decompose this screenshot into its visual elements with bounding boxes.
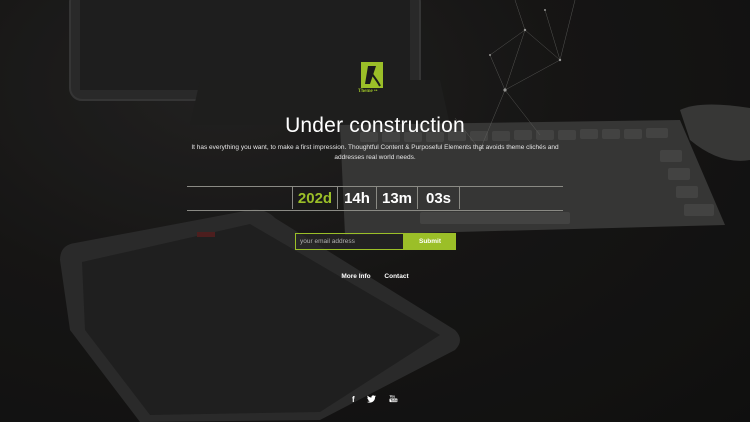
email-field[interactable] xyxy=(295,233,404,250)
youtube-icon[interactable]: You Tube xyxy=(389,394,398,405)
footer-links: More Info Contact xyxy=(0,273,750,280)
subscribe-form: Submit xyxy=(295,233,456,250)
page-title: Under construction xyxy=(285,114,465,137)
svg-text:You: You xyxy=(389,395,395,399)
countdown-bottom-divider xyxy=(187,210,563,211)
more-info-link[interactable]: More Info xyxy=(341,273,370,280)
logo-marks: •• xyxy=(373,89,378,94)
twitter-icon[interactable] xyxy=(367,394,377,405)
social-icons: f You Tube xyxy=(352,394,398,405)
theme-logo[interactable]: Theme •• xyxy=(358,62,394,98)
svg-text:Tube: Tube xyxy=(390,399,398,403)
countdown-timer: 202d 14h 13m 03s xyxy=(292,187,460,209)
contact-link[interactable]: Contact xyxy=(384,273,408,280)
countdown-days: 202d xyxy=(292,187,337,209)
submit-button[interactable]: Submit xyxy=(404,233,456,250)
countdown-seconds: 03s xyxy=(417,187,460,209)
countdown-minutes: 13m xyxy=(376,187,417,209)
logo-text: Theme xyxy=(358,89,373,94)
countdown-hours: 14h xyxy=(337,187,376,209)
page-description: It has everything you want, to make a fi… xyxy=(191,144,559,161)
facebook-icon[interactable]: f xyxy=(352,395,355,404)
